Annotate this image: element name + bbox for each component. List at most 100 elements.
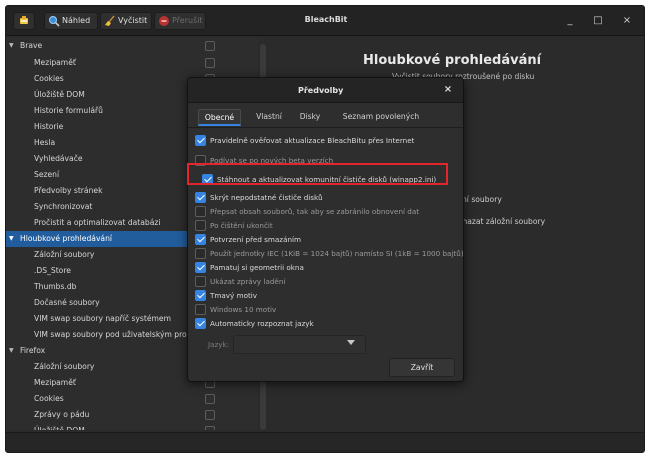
- tree-item-checkbox[interactable]: [205, 426, 215, 430]
- bleachbit-icon: [20, 16, 28, 24]
- tree-item-label: Thumbs.db: [34, 282, 77, 291]
- checkbox[interactable]: [195, 192, 206, 203]
- preference-option-label: Pravidelně ověřovat aktualizace BleachBi…: [210, 136, 415, 145]
- preference-option[interactable]: Přepsat obsah souborů, tak aby se zabrán…: [195, 205, 463, 218]
- checkbox[interactable]: [195, 206, 206, 217]
- broom-icon: [105, 15, 115, 26]
- tree-item-checkbox[interactable]: [205, 410, 215, 420]
- expander-arrow-icon[interactable]: ▼: [9, 38, 14, 54]
- expander-arrow-icon[interactable]: ▼: [9, 343, 14, 359]
- tree-item-label: Firefox: [20, 346, 46, 355]
- tree-item-label: VIM swap soubory napříč systémem: [34, 314, 171, 323]
- tree-item-label: Hesla: [34, 138, 56, 147]
- preference-option[interactable]: Windows 10 motiv: [195, 303, 463, 316]
- clean-button[interactable]: Vyčistit: [100, 12, 152, 30]
- preference-option[interactable]: Tmavý motiv: [195, 289, 463, 302]
- tree-item-label: Hloubkové prohledávání: [20, 234, 113, 243]
- window-title: BleachBit: [304, 15, 348, 24]
- preference-option[interactable]: Skrýt nepodstatné čističe disků: [195, 191, 463, 204]
- tree-item-label: Záložní soubory: [34, 250, 95, 259]
- preview-button[interactable]: Náhled: [44, 12, 98, 30]
- checkbox[interactable]: [195, 290, 206, 301]
- expander-arrow-icon[interactable]: ▼: [9, 231, 14, 247]
- preference-option[interactable]: Ukázat zprávy ladění: [195, 275, 463, 288]
- detail-option-fragment: Smazat záložní soubory: [455, 217, 546, 226]
- preference-option-label: Po čištění ukončit: [210, 221, 273, 230]
- preference-option[interactable]: Automaticky rozpoznat jazyk: [195, 317, 463, 330]
- dialog-header: Předvolby ×: [188, 78, 463, 103]
- preference-option-label: Použít jednotky IEC (1KiB = 1024 bajtů) …: [210, 249, 464, 258]
- tab-general[interactable]: Obecné: [198, 109, 241, 126]
- tree-item-checkbox[interactable]: [205, 41, 215, 51]
- language-dropdown[interactable]: [233, 335, 366, 354]
- tree-item-label: .DS_Store: [34, 266, 71, 275]
- chevron-down-icon: [347, 340, 355, 345]
- tree-item-label: Brave: [20, 41, 43, 50]
- magnifier-icon: [49, 16, 60, 27]
- preference-option-label: Ukázat zprávy ladění: [210, 277, 286, 286]
- tree-item-label: Úložiště DOM: [34, 423, 85, 430]
- close-window-button[interactable]: ×: [620, 14, 634, 28]
- minimize-button[interactable]: _: [563, 14, 577, 28]
- tree-item-row[interactable]: Mezipaměť: [6, 55, 258, 71]
- tree-item-label: Dočasné soubory: [34, 298, 100, 307]
- tab-drives[interactable]: Disky: [295, 109, 325, 126]
- preference-option-label: Skrýt nepodstatné čističe disků: [210, 193, 323, 202]
- tree-item-label: Historie: [34, 122, 64, 131]
- checkbox[interactable]: [195, 220, 206, 231]
- tree-item-label: Záložní soubory: [34, 362, 95, 371]
- tree-item-checkbox[interactable]: [205, 58, 215, 68]
- header-bar: Náhled Vyčistit Přerušit BleachBit _ □ ×: [6, 6, 644, 36]
- annotation-highlight-box: [187, 163, 448, 185]
- tree-item-label: Pročistit a optimalizovat databázi: [34, 218, 161, 227]
- preference-option-label: Windows 10 motiv: [210, 305, 277, 314]
- preview-label: Náhled: [62, 16, 91, 25]
- tree-item-label: Cookies: [34, 394, 64, 403]
- tree-item-label: Předvolby stránek: [34, 186, 103, 195]
- tree-item-row[interactable]: Úložiště DOM: [6, 423, 258, 430]
- tree-item-label: Vyhledávače: [34, 154, 83, 163]
- checkbox[interactable]: [195, 318, 206, 329]
- maximize-button[interactable]: □: [591, 14, 605, 28]
- preference-option-label: Tmavý motiv: [210, 291, 258, 300]
- stop-icon: [159, 16, 169, 26]
- preference-option[interactable]: Pamatuj si geometrii okna: [195, 261, 463, 274]
- preference-option-label: Automaticky rozpoznat jazyk: [210, 319, 314, 328]
- preference-option-label: Potvrzení před smazáním: [210, 235, 302, 244]
- tree-item-label: Sezení: [34, 170, 60, 179]
- dialog-title: Předvolby: [298, 86, 344, 95]
- tree-item-label: Historie formulářů: [34, 106, 103, 115]
- preference-option[interactable]: Pravidelně ověřovat aktualizace BleachBi…: [195, 134, 463, 147]
- checkbox[interactable]: [195, 276, 206, 287]
- checkbox[interactable]: [195, 248, 206, 259]
- tree-item-row[interactable]: Cookies: [6, 391, 258, 407]
- checkbox[interactable]: [195, 262, 206, 273]
- checkbox[interactable]: [195, 304, 206, 315]
- detail-option-fragment: žní soubory: [458, 195, 502, 204]
- tab-custom[interactable]: Vlastní: [250, 109, 288, 126]
- preference-option[interactable]: Po čištění ukončit: [195, 219, 463, 232]
- tree-item-row[interactable]: Zprávy o pádu: [6, 407, 258, 423]
- preference-option-label: Pamatuj si geometrii okna: [210, 263, 304, 272]
- tree-item-label: Mezipaměť: [34, 58, 76, 67]
- tree-item-label: VIM swap soubory pod uživatelským profil…: [34, 330, 206, 339]
- preferences-dialog: Předvolby × Obecné Vlastní Disky Seznam …: [187, 77, 464, 382]
- tree-item-label: Úložiště DOM: [34, 90, 85, 99]
- tree-item-label: Mezipaměť: [34, 378, 76, 387]
- checkbox[interactable]: [195, 135, 206, 146]
- tab-whitelist[interactable]: Seznam povolených: [338, 109, 424, 126]
- app-menu-button[interactable]: [13, 12, 35, 30]
- tree-item-label: Synchronizovat: [34, 202, 93, 211]
- abort-button[interactable]: Přerušit: [154, 12, 206, 30]
- tree-group-row[interactable]: ▼ Brave: [6, 38, 258, 54]
- tree-item-checkbox[interactable]: [205, 394, 215, 404]
- preference-option-label: Přepsat obsah souborů, tak aby se zabrán…: [210, 207, 420, 216]
- tree-item-label: Cookies: [34, 74, 64, 83]
- dialog-close-icon[interactable]: ×: [442, 84, 454, 96]
- close-button[interactable]: Zavřít: [389, 358, 455, 377]
- preference-option[interactable]: Použít jednotky IEC (1KiB = 1024 bajtů) …: [195, 247, 463, 260]
- status-bar: [6, 432, 644, 452]
- detail-title: Hloubkové prohledávání: [363, 53, 542, 68]
- checkbox[interactable]: [195, 234, 206, 245]
- preference-option[interactable]: Potvrzení před smazáním: [195, 233, 463, 246]
